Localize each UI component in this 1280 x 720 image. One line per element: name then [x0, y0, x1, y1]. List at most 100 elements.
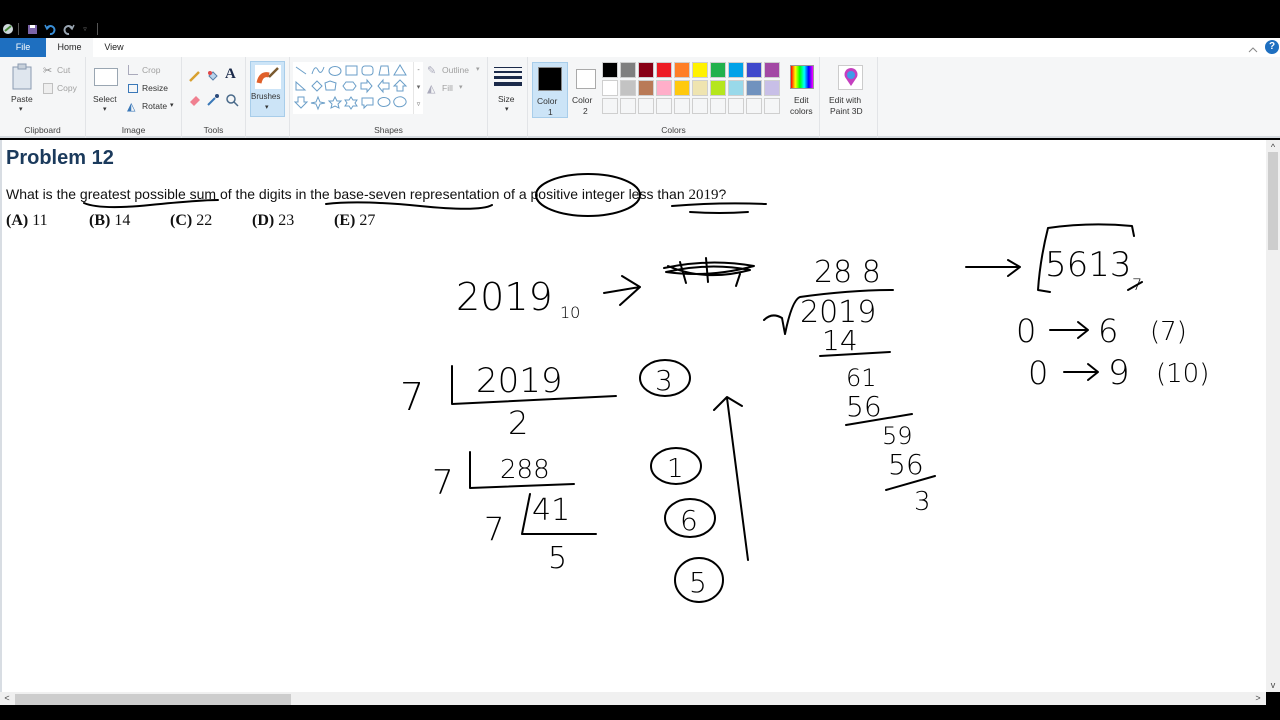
edit-with-paint3d-button[interactable]: Edit with Paint 3D: [826, 62, 874, 118]
palette-color-swatch[interactable]: [602, 80, 618, 96]
cut-button[interactable]: ✂ Cut: [43, 64, 83, 78]
select-icon: [94, 68, 118, 86]
brushes-button[interactable]: Brushes ▾: [250, 61, 285, 117]
question-body: What is the greatest possible sum of the…: [6, 186, 689, 202]
group-tools: A Tools: [182, 57, 246, 138]
palette-color-swatch[interactable]: [728, 62, 744, 78]
choice-a: (A) 11: [6, 212, 48, 230]
chevron-up-icon[interactable]: [1247, 42, 1259, 53]
outline-dropdown-icon: ▾: [476, 66, 480, 73]
scroll-left-button[interactable]: <: [1, 693, 13, 703]
group-brushes: Brushes ▾: [246, 57, 290, 138]
palette-empty-swatch[interactable]: [764, 98, 780, 114]
choice-e: (E) 27: [334, 212, 375, 230]
size-dropdown-icon: ▾: [505, 106, 509, 113]
color1-label: Color: [537, 96, 558, 106]
choice-b: (B) 14: [89, 212, 130, 230]
rotate-label: Rotate: [142, 101, 168, 111]
outline-button[interactable]: ✎ Outline ▾: [427, 64, 485, 78]
paint3d-label-2: Paint 3D: [830, 106, 863, 116]
palette-empty-swatch[interactable]: [746, 98, 762, 114]
scroll-down-button[interactable]: v: [1267, 680, 1279, 690]
palette-color-swatch[interactable]: [746, 62, 762, 78]
palette-color-swatch[interactable]: [764, 80, 780, 96]
edit-colors-label-2: colors: [790, 106, 813, 116]
palette-color-swatch[interactable]: [656, 62, 672, 78]
horizontal-scroll-thumb[interactable]: [15, 694, 291, 705]
palette-color-swatch[interactable]: [710, 62, 726, 78]
fill-dropdown-icon: ▾: [459, 84, 463, 91]
copy-button[interactable]: Copy: [43, 82, 83, 96]
scissors-icon: ✂: [43, 65, 53, 77]
line-width-icon: [494, 66, 522, 88]
chevron-down-icon[interactable]: ▿: [81, 25, 89, 33]
palette-color-swatch[interactable]: [692, 62, 708, 78]
tab-home[interactable]: Home: [46, 38, 93, 57]
palette-empty-swatch[interactable]: [602, 98, 618, 114]
color1-button[interactable]: Color 1: [532, 62, 568, 118]
palette-color-swatch[interactable]: [620, 62, 636, 78]
resize-label: Resize: [142, 83, 168, 93]
help-icon[interactable]: ?: [1265, 40, 1279, 54]
select-button[interactable]: Select ▾: [92, 65, 120, 117]
choice-value: 22: [196, 212, 213, 229]
palette-color-swatch[interactable]: [710, 80, 726, 96]
crop-button[interactable]: Crop: [127, 64, 177, 78]
question-mark: ?: [718, 186, 727, 202]
shapes-gallery[interactable]: [293, 62, 413, 114]
palette-color-swatch[interactable]: [674, 80, 690, 96]
clipboard-group-label: Clipboard: [24, 125, 61, 135]
palette-empty-swatch[interactable]: [728, 98, 744, 114]
rotate-button[interactable]: ◭ Rotate ▾: [127, 100, 179, 114]
menu-bar: File Home View ?: [0, 38, 1280, 57]
resize-button[interactable]: Resize: [127, 82, 177, 96]
scroll-up-button[interactable]: ^: [1267, 142, 1279, 152]
redo-icon[interactable]: [62, 23, 75, 35]
undo-icon[interactable]: [44, 23, 57, 35]
palette-color-swatch[interactable]: [692, 80, 708, 96]
save-icon[interactable]: [27, 24, 38, 35]
palette-empty-swatch[interactable]: [710, 98, 726, 114]
color2-button[interactable]: Color 2: [570, 62, 602, 118]
color-picker-icon[interactable]: [206, 93, 220, 107]
paste-button[interactable]: Paste ▾: [6, 61, 38, 117]
palette-empty-swatch[interactable]: [620, 98, 636, 114]
palette-color-swatch[interactable]: [728, 80, 744, 96]
choice-letter: (A): [6, 212, 29, 229]
palette-color-swatch[interactable]: [674, 62, 690, 78]
fill-button[interactable]: ◭ Fill ▾: [427, 82, 467, 96]
scroll-right-button[interactable]: >: [1252, 693, 1264, 703]
palette-empty-swatch[interactable]: [656, 98, 672, 114]
palette-empty-swatch[interactable]: [674, 98, 690, 114]
color1-number: 1: [548, 107, 553, 117]
palette-empty-swatch[interactable]: [638, 98, 654, 114]
shapes-group-label: Shapes: [374, 125, 403, 135]
vertical-scroll-thumb[interactable]: [1268, 152, 1278, 250]
magnifier-icon[interactable]: [225, 93, 239, 107]
tools-group-label: Tools: [203, 125, 224, 135]
tab-file[interactable]: File: [0, 38, 46, 57]
select-dropdown-icon[interactable]: ▾: [103, 105, 107, 113]
choice-c: (C) 22: [170, 212, 212, 230]
palette-color-swatch[interactable]: [656, 80, 672, 96]
paint-icon[interactable]: [2, 23, 14, 35]
palette-color-swatch[interactable]: [638, 62, 654, 78]
palette-color-swatch[interactable]: [764, 62, 780, 78]
fill-bucket-icon[interactable]: [206, 69, 220, 83]
palette-color-swatch[interactable]: [602, 62, 618, 78]
tab-view[interactable]: View: [93, 38, 135, 57]
paste-dropdown-icon[interactable]: ▾: [19, 105, 23, 113]
separator: [97, 23, 98, 35]
bottom-bar: [0, 705, 1280, 720]
choice-letter: (E): [334, 212, 356, 229]
palette-empty-swatch[interactable]: [692, 98, 708, 114]
text-icon[interactable]: A: [225, 66, 236, 83]
palette-color-swatch[interactable]: [620, 80, 636, 96]
shapes-scroll[interactable]: - ▾ ▿: [413, 62, 423, 114]
edit-colors-button[interactable]: Edit colors: [785, 62, 819, 118]
size-button[interactable]: Size ▾: [492, 61, 524, 117]
palette-color-swatch[interactable]: [746, 80, 762, 96]
pencil-icon[interactable]: [188, 69, 202, 83]
palette-color-swatch[interactable]: [638, 80, 654, 96]
eraser-icon[interactable]: [188, 93, 202, 107]
